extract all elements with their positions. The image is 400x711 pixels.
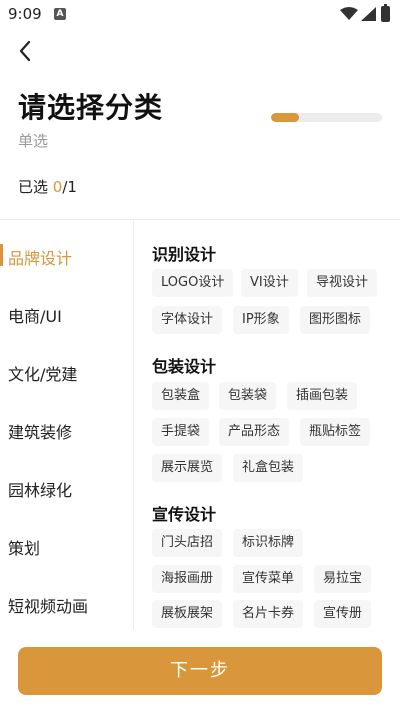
selected-count: 已选 0/1 [18,176,77,197]
sidebar-item-landscape[interactable]: 园林绿化 [0,467,133,507]
chip-option[interactable]: 礼盒包装 [233,454,304,482]
chip-option[interactable]: IP形象 [233,306,289,334]
sidebar-item-brand[interactable]: 品牌设计 [0,235,133,275]
chip-option[interactable]: 宣传菜单 [233,565,304,593]
sidebar-item-label: 电商/UI [8,307,62,326]
chip-option[interactable]: 宣传册 [314,600,372,628]
sidebar-item-label: 园林绿化 [8,481,73,500]
page-title: 请选择分类 [18,91,164,124]
next-button[interactable]: 下一步 [18,647,382,695]
group-title: 包装设计 [152,357,217,376]
sidebar-item-planning[interactable]: 策划 [0,525,133,565]
notification-icon: A [54,8,66,20]
chip-option[interactable]: 海报画册 [152,565,223,593]
chip-option[interactable]: 易拉宝 [314,565,372,593]
sidebar-item-label: 品牌设计 [8,249,73,268]
sidebar-item-architecture[interactable]: 建筑装修 [0,409,133,449]
chip-option[interactable]: 门头店招 [152,529,223,557]
selected-label: 已选 [18,178,53,196]
category-sidebar: 品牌设计 电商/UI 文化/党建 建筑装修 园林绿化 策划 短视频动画 [0,220,134,630]
status-bar: 9:09 A [0,0,400,28]
signal-icon [361,7,376,21]
chip-option[interactable]: LOGO设计 [152,269,234,297]
sidebar-item-ecommerce[interactable]: 电商/UI [0,293,133,333]
chip-option[interactable]: 产品形态 [219,418,290,446]
chip-option[interactable]: 手提袋 [152,418,210,446]
selected-number: 0 [52,178,63,196]
sidebar-item-label: 建筑装修 [8,423,73,442]
chip-option[interactable]: 展示展览 [152,454,223,482]
chip-option[interactable]: 瓶贴标签 [300,418,371,446]
selected-total: /1 [62,178,77,196]
wifi-icon [340,7,358,20]
sidebar-item-label: 策划 [8,539,41,558]
chip-option[interactable]: 插画包装 [287,382,358,410]
back-arrow-icon [19,40,31,62]
sidebar-item-label: 短视频动画 [8,597,89,616]
progress-bar [271,113,382,122]
sidebar-item-label: 文化/党建 [8,365,78,384]
group-title: 宣传设计 [152,505,217,524]
chip-option[interactable]: 导视设计 [307,269,378,297]
chip-option[interactable]: 名片卡券 [233,600,304,628]
chip-option[interactable]: VI设计 [241,269,298,297]
back-button[interactable] [12,36,40,66]
category-content: 识别设计 LOGO设计 VI设计 导视设计 字体设计 IP形象 图形图标 包装设… [134,220,400,630]
chip-option[interactable]: 包装盒 [152,382,210,410]
group-title: 识别设计 [152,245,217,264]
sidebar-item-culture[interactable]: 文化/党建 [0,351,133,391]
chip-option[interactable]: 包装袋 [219,382,277,410]
sidebar-item-video[interactable]: 短视频动画 [0,583,133,623]
battery-icon [381,4,390,22]
chip-option[interactable]: 图形图标 [300,306,371,334]
status-time: 9:09 [8,5,42,23]
chip-option[interactable]: 标识标牌 [233,529,304,557]
chip-option[interactable]: 字体设计 [152,306,223,334]
chip-option[interactable]: 展板展架 [152,600,223,628]
progress-fill [271,113,299,122]
page-subtitle: 单选 [18,132,49,150]
